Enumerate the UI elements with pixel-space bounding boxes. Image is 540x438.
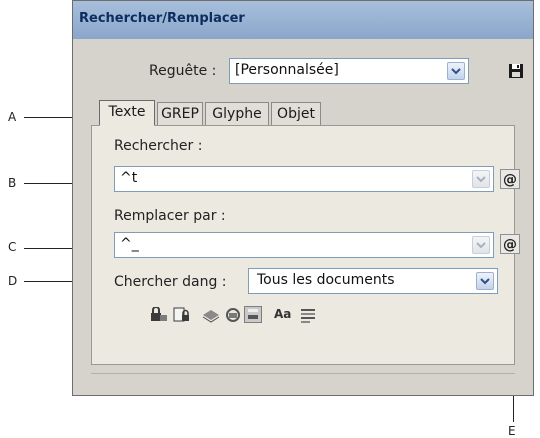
replace-history-chevron-icon[interactable] bbox=[472, 236, 490, 254]
tab-texte-label: Texte bbox=[108, 104, 146, 120]
svg-text:@: @ bbox=[503, 172, 517, 188]
divider bbox=[91, 373, 515, 374]
search-in-value: Tous les documents bbox=[257, 272, 395, 288]
dialog-title: Rechercher/Remplacer bbox=[79, 11, 245, 26]
callout-e: E bbox=[508, 424, 516, 438]
callout-a: A bbox=[8, 110, 17, 124]
at-symbol-icon[interactable]: @ bbox=[500, 169, 520, 189]
chevron-down-icon[interactable] bbox=[447, 62, 465, 80]
title-bar[interactable]: Rechercher/Remplacer bbox=[73, 1, 533, 39]
tab-panel: Rechercher : ^t @ Remplacer par : ^_ @ C… bbox=[91, 125, 520, 365]
find-replace-dialog: Rechercher/Remplacer Reguête : [Personna… bbox=[72, 0, 534, 396]
chevron-down-icon[interactable] bbox=[476, 272, 494, 290]
footnotes-icon[interactable] bbox=[244, 306, 262, 323]
whole-word-icon[interactable] bbox=[300, 307, 316, 327]
search-in-select[interactable]: Tous les documents bbox=[248, 268, 498, 294]
find-history-chevron-icon[interactable] bbox=[472, 170, 490, 188]
replace-value: ^_ bbox=[120, 236, 139, 252]
floppy-disk-icon[interactable] bbox=[507, 62, 525, 80]
tab-grep[interactable]: GREP bbox=[157, 102, 203, 126]
locked-stories-icon[interactable] bbox=[172, 307, 190, 327]
locked-layers-icon[interactable] bbox=[150, 306, 168, 327]
find-label: Rechercher : bbox=[114, 138, 203, 154]
tab-objet-label: Objet bbox=[277, 106, 315, 122]
find-value: ^t bbox=[120, 170, 138, 186]
tab-grep-label: GREP bbox=[161, 106, 199, 122]
query-label: Reguête : bbox=[149, 63, 217, 79]
search-options-bar: Aa bbox=[150, 306, 390, 324]
master-pages-icon[interactable] bbox=[224, 307, 242, 327]
find-input[interactable]: ^t bbox=[114, 166, 494, 192]
case-sensitive-icon[interactable]: Aa bbox=[274, 307, 291, 321]
replace-input[interactable]: ^_ bbox=[114, 232, 494, 258]
tab-glyphe-label: Glyphe bbox=[212, 106, 262, 122]
replace-label: Remplacer par : bbox=[114, 208, 226, 224]
callout-d: D bbox=[8, 274, 18, 288]
callout-b: B bbox=[8, 176, 17, 190]
search-in-label: Chercher dang : bbox=[114, 274, 227, 290]
query-value: [Personnalsée] bbox=[235, 62, 339, 78]
at-symbol-icon[interactable]: @ bbox=[500, 234, 520, 254]
svg-text:@: @ bbox=[503, 237, 517, 253]
hidden-layers-icon[interactable] bbox=[202, 307, 220, 327]
tab-texte[interactable]: Texte bbox=[99, 100, 155, 126]
tab-glyphe[interactable]: Glyphe bbox=[205, 102, 269, 126]
query-select[interactable]: [Personnalsée] bbox=[229, 58, 469, 84]
tab-objet[interactable]: Objet bbox=[271, 102, 321, 126]
callout-c: C bbox=[8, 240, 17, 254]
